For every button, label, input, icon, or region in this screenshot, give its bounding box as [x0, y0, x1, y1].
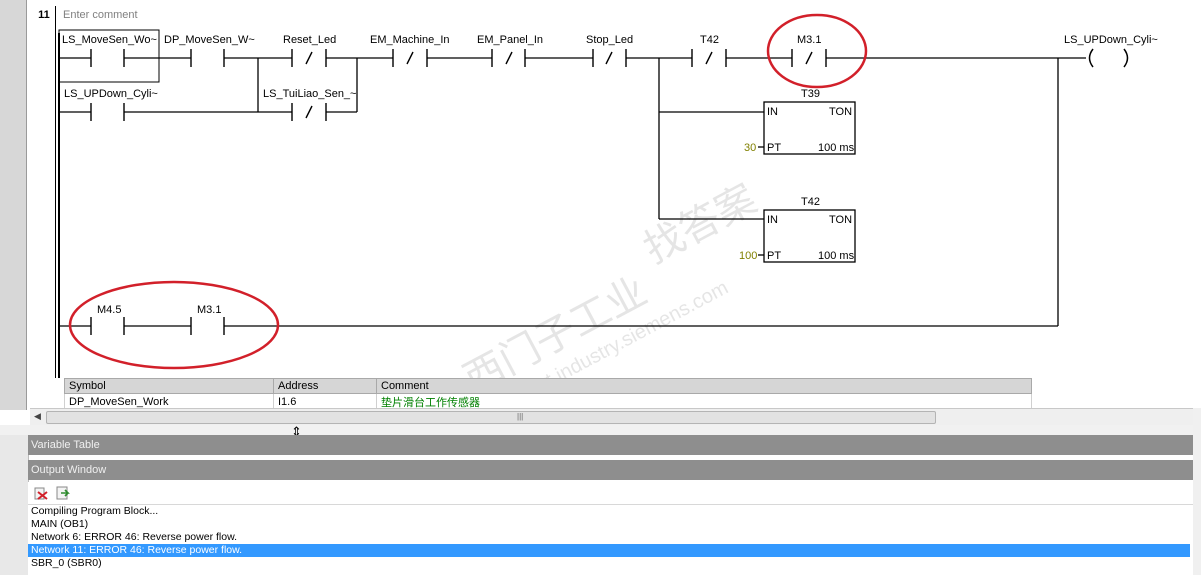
contact-label[interactable]: EM_Machine_In [370, 34, 450, 46]
left-frame [0, 435, 29, 575]
contact-label[interactable]: Stop_Led [586, 34, 633, 46]
column-header-symbol: Symbol [64, 378, 274, 394]
contact-label[interactable]: DP_MoveSen_W~ [164, 34, 255, 46]
timer-in-label: IN [767, 214, 778, 226]
output-toolbar [28, 482, 1193, 505]
scrollbar-thumb[interactable]: ||| [46, 411, 936, 424]
symbol-table: Symbol Address Comment DP_MoveSen_Work I… [64, 378, 1032, 411]
right-frame [1193, 408, 1201, 575]
contact-label[interactable]: M4.5 [97, 304, 121, 316]
timer-preset-value[interactable]: 30 [744, 142, 756, 154]
scroll-left-arrow-icon[interactable]: ◀ [34, 411, 41, 422]
ladder-editor[interactable]: 11 Enter comment 西门子工业 support.industry.… [0, 0, 1201, 411]
timer-type: TON [829, 214, 853, 226]
timer-name[interactable]: T39 [801, 88, 820, 100]
scrollbar-grip-icon: ||| [517, 412, 524, 421]
output-line[interactable]: SBR_0 (SBR0) [28, 557, 1190, 570]
output-window-bar[interactable]: Output Window [28, 460, 1193, 480]
contact-label[interactable]: T42 [700, 34, 719, 46]
output-line[interactable]: Compiling Program Block... [28, 505, 1190, 518]
output-coil [1088, 48, 1129, 68]
timer-resolution: 100 ms [818, 250, 855, 262]
timer-pt-label: PT [767, 142, 782, 154]
horizontal-scrollbar[interactable]: ◀ ||| [30, 408, 1193, 426]
timer-type: TON [829, 106, 853, 118]
timer-pt-label: PT [767, 250, 782, 262]
clear-icon[interactable] [34, 486, 48, 500]
output-line[interactable]: Network 6: ERROR 46: Reverse power flow. [28, 531, 1190, 544]
contact-label[interactable]: EM_Panel_In [477, 34, 543, 46]
timer-name[interactable]: T42 [801, 196, 820, 208]
contact-label[interactable]: LS_UPDown_Cyli~ [64, 88, 158, 100]
annotation-circle-m31-nc [766, 13, 868, 89]
annotation-circle-rung2 [68, 280, 280, 370]
coil-label[interactable]: LS_UPDown_Cyli~ [1064, 34, 1158, 46]
ladder-diagram: 西门子工业 support.industry.siemens.com 找答案 [58, 13, 1129, 378]
watermark: 西门子工业 support.industry.siemens.com 找答案 [457, 177, 764, 378]
variable-table-bar[interactable]: Variable Table [28, 435, 1193, 455]
export-icon[interactable] [56, 486, 70, 500]
timer-preset-value[interactable]: 100 [739, 250, 757, 262]
contact-label[interactable]: Reset_Led [283, 34, 336, 46]
contact-label[interactable]: LS_MoveSen_Wo~ [62, 34, 157, 46]
contact-label[interactable]: M3.1 [197, 304, 221, 316]
column-header-comment: Comment [376, 378, 1032, 394]
watermark-text-cn: 西门子工业 [457, 269, 654, 378]
output-line-selected[interactable]: Network 11: ERROR 46: Reverse power flow… [28, 544, 1190, 557]
timer-boxes [758, 101, 856, 263]
output-list[interactable]: Compiling Program Block... MAIN (OB1) Ne… [28, 505, 1190, 575]
timer-resolution: 100 ms [818, 142, 855, 154]
output-line[interactable]: MAIN (OB1) [28, 518, 1190, 531]
contact-label[interactable]: M3.1 [797, 34, 821, 46]
pane-splitter[interactable] [0, 425, 1201, 435]
column-header-address: Address [273, 378, 377, 394]
contact-label[interactable]: LS_TuiLiao_Sen_~ [263, 88, 356, 100]
timer-in-label: IN [767, 106, 778, 118]
